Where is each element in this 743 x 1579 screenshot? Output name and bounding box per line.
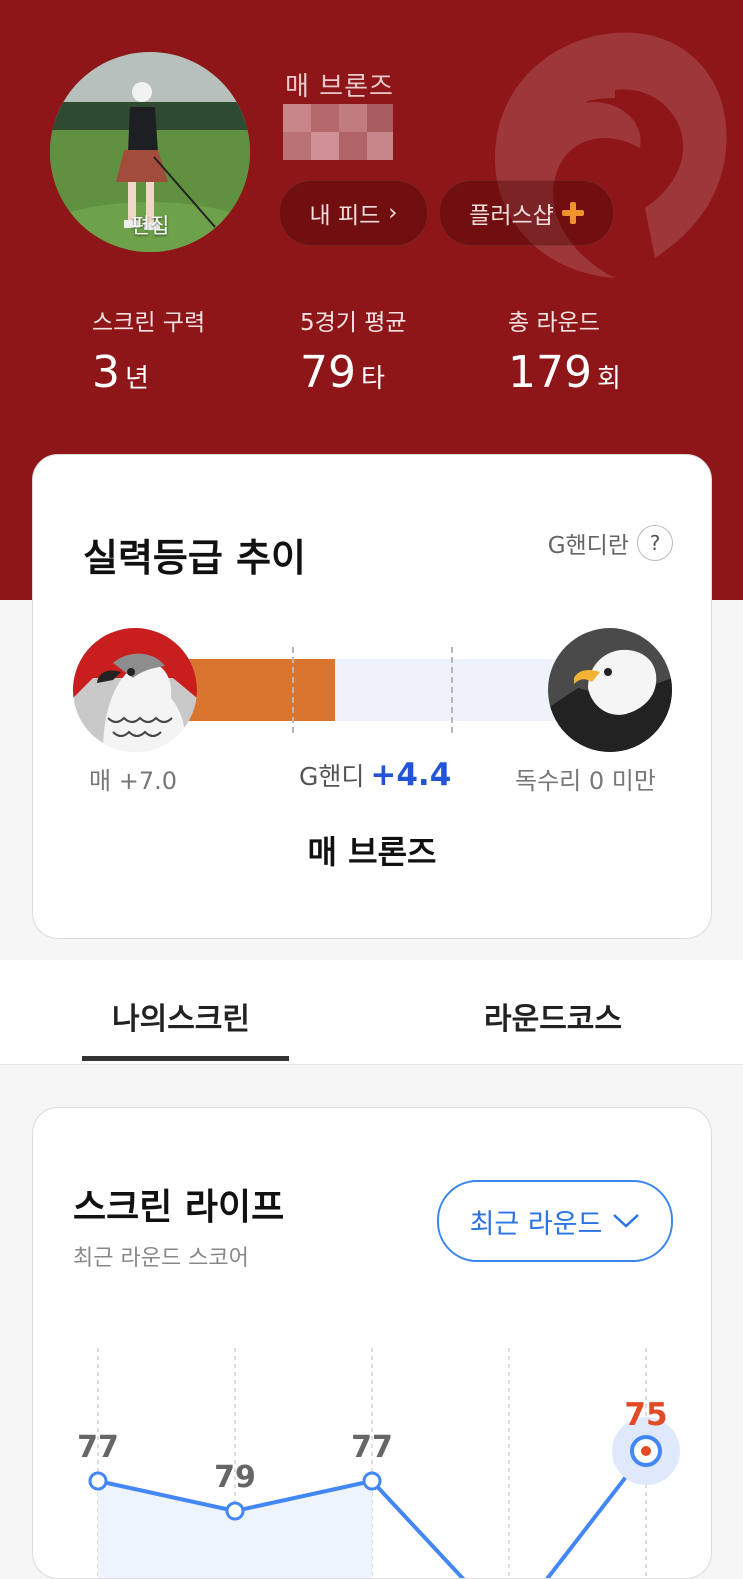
stat-unit: 타	[361, 364, 385, 394]
chart-data-label: 77	[77, 1430, 119, 1465]
hawk-icon	[73, 628, 197, 752]
my-feed-button[interactable]: 내 피드 ›	[279, 180, 428, 246]
chart-data-label: 75	[624, 1397, 667, 1433]
ghandi-current: G핸디 +4.4	[299, 757, 451, 793]
grade-right-label: 독수리 0 미만	[515, 767, 656, 795]
avatar-edit-label[interactable]: 편집	[50, 210, 250, 240]
grade-progress-bar	[33, 625, 711, 755]
chevron-right-icon: ›	[388, 200, 398, 226]
blurred-nickname	[283, 104, 393, 160]
profile-avatar[interactable]: 편집	[50, 52, 250, 252]
grade-left-label: 매 +7.0	[89, 767, 177, 795]
plus-icon	[561, 202, 584, 224]
grade-card-title: 실력등급 추이	[83, 536, 306, 580]
chart-point	[88, 1471, 108, 1491]
screen-life-title: 스크린 라이프	[73, 1187, 285, 1228]
chart-series-line	[370, 1479, 466, 1578]
profile-grade-name: 매 브론즈	[285, 72, 394, 102]
stat-five-game-average: 5경기 평균 79 타	[300, 303, 407, 398]
stat-value: 179	[508, 347, 592, 398]
progress-tick	[451, 647, 453, 733]
stat-label: 5경기 평균	[300, 310, 407, 336]
eagle-logo-watermark-icon	[495, 32, 727, 278]
question-icon: ?	[637, 525, 673, 561]
progress-tick	[292, 647, 294, 733]
stat-total-rounds: 총 라운드 179 회	[508, 303, 621, 398]
stat-value: 3	[92, 347, 120, 398]
active-tab-indicator	[82, 1056, 289, 1061]
screen-life-subtitle: 최근 라운드 스코어	[73, 1246, 249, 1271]
stat-unit: 회	[596, 364, 621, 394]
chart-data-label: 77	[351, 1430, 393, 1465]
chart-point	[225, 1501, 245, 1521]
my-feed-label: 내 피드	[309, 203, 381, 229]
current-grade-name: 매 브론즈	[307, 833, 437, 871]
stat-value: 79	[300, 347, 356, 398]
progress-fill	[183, 659, 335, 721]
ghandi-help-label: G핸디란	[547, 533, 629, 559]
ghandi-help-link[interactable]: G핸디란 ?	[548, 525, 673, 561]
tab-round-course[interactable]: 라운드코스	[484, 994, 622, 1038]
eagle-icon	[548, 628, 672, 752]
stat-label: 총 라운드	[508, 310, 600, 336]
screen-life-card: 77 79 77 75 스크린 라이프 최근 라운드 스코어 최근 라운드	[32, 1107, 712, 1579]
chart-data-label: 79	[214, 1460, 256, 1495]
plus-shop-label: 플러스샵	[469, 203, 554, 229]
chart-point-center	[641, 1446, 651, 1456]
stat-label: 스크린 구력	[92, 310, 206, 336]
recent-round-dropdown[interactable]: 최근 라운드	[437, 1180, 673, 1262]
plus-shop-button[interactable]: 플러스샵	[439, 180, 614, 246]
chevron-down-icon	[613, 1214, 640, 1228]
recent-round-label: 최근 라운드	[469, 1208, 603, 1240]
grade-trend-card: 실력등급 추이 G핸디란 ? 매 +7.0 G핸디 +4.4 독수리 0 미만 …	[32, 454, 712, 939]
stat-unit: 년	[125, 364, 149, 394]
tab-my-screen[interactable]: 나의스크린	[112, 994, 250, 1038]
section-tabs: 나의스크린 라운드코스	[0, 960, 743, 1065]
chart-point	[362, 1471, 382, 1491]
ghandi-current-value: +4.4	[370, 757, 452, 793]
ghandi-current-prefix: G핸디	[299, 762, 365, 791]
stat-screen-career: 스크린 구력 3년	[92, 303, 205, 398]
